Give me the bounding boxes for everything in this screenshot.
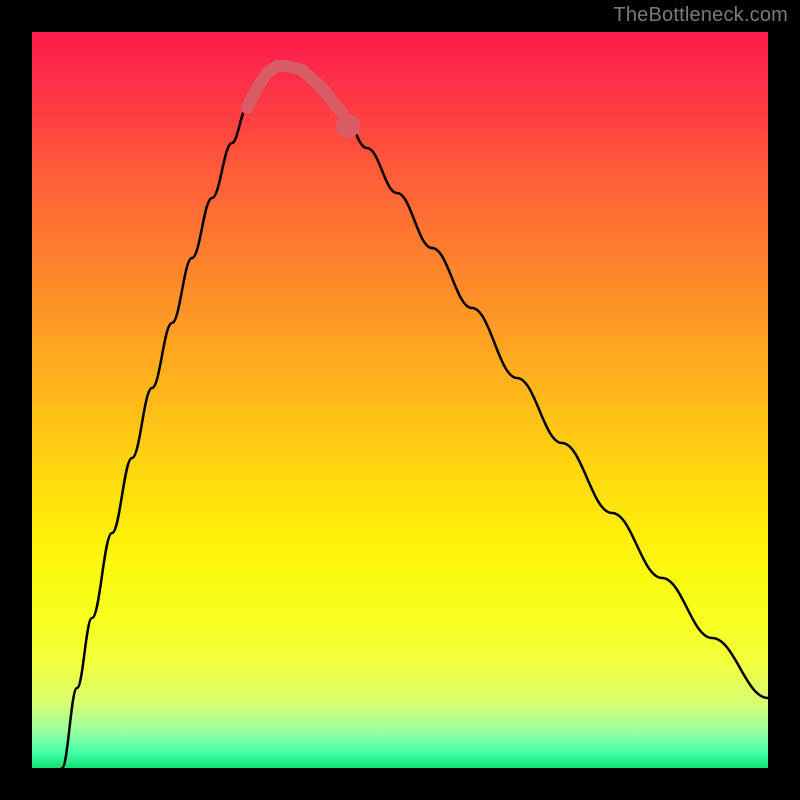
highlight-marker-seg: [322, 88, 342, 113]
chart-frame: TheBottleneck.com: [0, 0, 800, 800]
plot-area: [32, 32, 768, 768]
bottleneck-curve: [62, 66, 768, 768]
watermark-text: TheBottleneck.com: [613, 4, 788, 27]
highlight-marker-dot: [342, 120, 354, 132]
highlight-markers: [247, 66, 354, 132]
curve-svg: [32, 32, 768, 768]
